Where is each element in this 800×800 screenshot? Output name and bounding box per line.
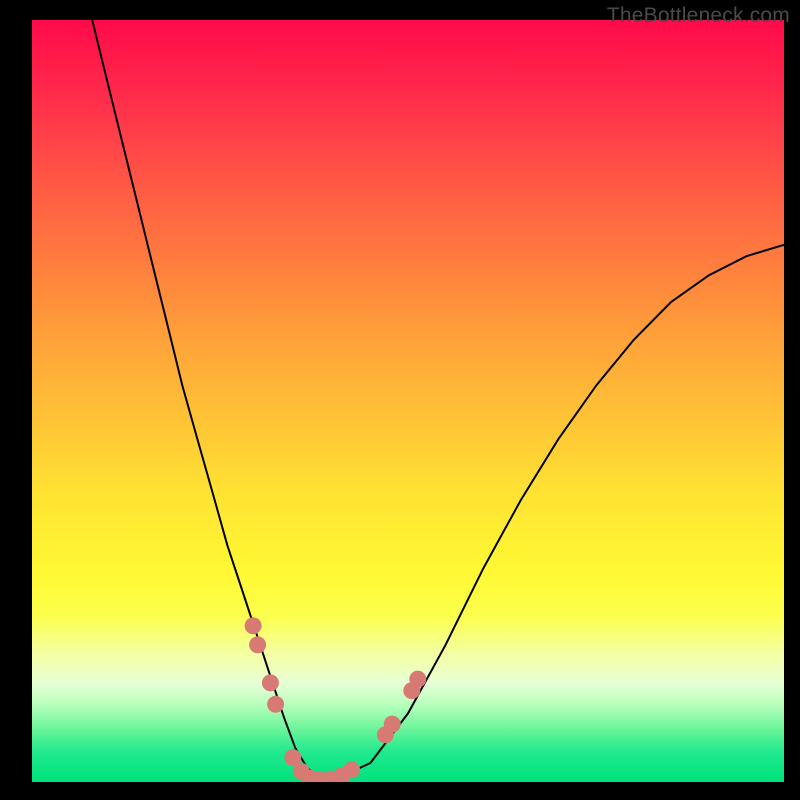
marker-dot	[384, 716, 401, 733]
chart-overlay	[32, 20, 784, 782]
marker-dot	[409, 671, 426, 688]
marker-dot	[249, 636, 266, 653]
marker-dot	[262, 674, 279, 691]
marker-group	[245, 617, 427, 782]
outer-frame: TheBottleneck.com	[0, 0, 800, 800]
marker-dot	[245, 617, 262, 634]
watermark-text: TheBottleneck.com	[607, 4, 790, 28]
marker-dot	[343, 761, 360, 778]
marker-dot	[267, 696, 284, 713]
curve-path	[92, 20, 784, 781]
